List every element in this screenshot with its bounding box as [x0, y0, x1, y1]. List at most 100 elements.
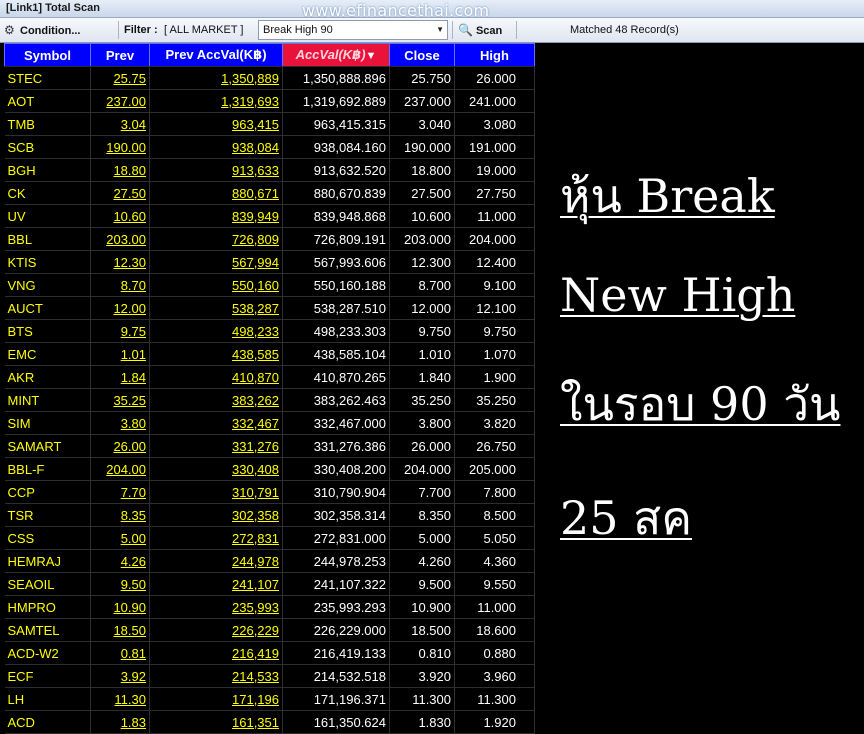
cell-prev[interactable]: 3.04: [90, 112, 150, 136]
cell-prev-accval[interactable]: 302,358: [149, 503, 283, 527]
cell-accval: 498,233.303: [282, 319, 390, 343]
cell-prev[interactable]: 8.35: [90, 503, 150, 527]
table-row[interactable]: HMPRO 10.90 235,993 235,993.293 10.900 11.000: [4, 595, 535, 619]
cell-prev[interactable]: 8.70: [90, 273, 150, 297]
cell-prev-accval[interactable]: 332,467: [149, 411, 283, 435]
cell-prev-accval[interactable]: 241,107: [149, 572, 283, 596]
table-row[interactable]: CK 27.50 880,671 880,670.839 27.500 27.750: [4, 181, 535, 205]
cell-prev-accval[interactable]: 839,949: [149, 204, 283, 228]
scan-button[interactable]: 🔍 Scan: [458, 18, 502, 42]
cell-prev[interactable]: 27.50: [90, 181, 150, 205]
table-row[interactable]: AUCT 12.00 538,287 538,287.510 12.000 12.100: [4, 296, 535, 320]
cell-prev-accval[interactable]: 310,791: [149, 480, 283, 504]
table-row[interactable]: EMC 1.01 438,585 438,585.104 1.010 1.070: [4, 342, 535, 366]
cell-prev[interactable]: 25.75: [90, 66, 150, 90]
cell-prev-accval[interactable]: 726,809: [149, 227, 283, 251]
cell-prev[interactable]: 9.75: [90, 319, 150, 343]
cell-prev-accval[interactable]: 330,408: [149, 457, 283, 481]
table-row[interactable]: SAMART 26.00 331,276 331,276.386 26.000 26.75…: [4, 434, 535, 458]
cell-prev[interactable]: 35.25: [90, 388, 150, 412]
table-row[interactable]: SCB 190.00 938,084 938,084.160 190.000 191.00…: [4, 135, 535, 159]
cell-prev-accval[interactable]: 272,831: [149, 526, 283, 550]
cell-prev[interactable]: 18.80: [90, 158, 150, 182]
cell-symbol: ACD: [4, 710, 91, 734]
table-row[interactable]: BBL 203.00 726,809 726,809.191 203.000 204.00…: [4, 227, 535, 251]
table-row[interactable]: TSR 8.35 302,358 302,358.314 8.350 8.500: [4, 503, 535, 527]
cell-prev-accval[interactable]: 438,585: [149, 342, 283, 366]
cell-prev[interactable]: 5.00: [90, 526, 150, 550]
table-row[interactable]: TMB 3.04 963,415 963,415.315 3.040 3.080: [4, 112, 535, 136]
cell-prev-accval[interactable]: 567,994: [149, 250, 283, 274]
cell-prev[interactable]: 0.81: [90, 641, 150, 665]
table-row[interactable]: UV 10.60 839,949 839,948.868 10.600 11.000: [4, 204, 535, 228]
scan-type-dropdown[interactable]: Break High 90 ▼: [258, 20, 448, 40]
table-row[interactable]: ACD-W2 0.81 216,419 216,419.133 0.810 0.880: [4, 641, 535, 665]
cell-prev[interactable]: 190.00: [90, 135, 150, 159]
cell-prev-accval[interactable]: 1,319,693: [149, 89, 283, 113]
cell-prev[interactable]: 3.92: [90, 664, 150, 688]
column-header-accval[interactable]: AccVal(K฿)▼: [282, 43, 390, 67]
table-row[interactable]: STEC 25.75 1,350,889 1,350,888.896 25.750 26.…: [4, 66, 535, 90]
table-row[interactable]: BGH 18.80 913,633 913,632.520 18.800 19.000: [4, 158, 535, 182]
table-row[interactable]: LH 11.30 171,196 171,196.371 11.300 11.300: [4, 687, 535, 711]
column-header-high[interactable]: High: [454, 43, 535, 67]
table-row[interactable]: BTS 9.75 498,233 498,233.303 9.750 9.750: [4, 319, 535, 343]
cell-prev[interactable]: 1.84: [90, 365, 150, 389]
filter-market-select[interactable]: [ ALL MARKET ]: [164, 18, 243, 42]
cell-prev[interactable]: 9.50: [90, 572, 150, 596]
column-header-close[interactable]: Close: [389, 43, 455, 67]
cell-prev-accval[interactable]: 235,993: [149, 595, 283, 619]
table-row[interactable]: SIM 3.80 332,467 332,467.000 3.800 3.820: [4, 411, 535, 435]
table-row[interactable]: CSS 5.00 272,831 272,831.000 5.000 5.050: [4, 526, 535, 550]
cell-prev-accval[interactable]: 214,533: [149, 664, 283, 688]
table-row[interactable]: ACD 1.83 161,351 161,350.624 1.830 1.920: [4, 710, 535, 734]
cell-prev-accval[interactable]: 331,276: [149, 434, 283, 458]
cell-prev-accval[interactable]: 913,633: [149, 158, 283, 182]
column-header-symbol[interactable]: Symbol: [4, 43, 91, 67]
cell-prev[interactable]: 203.00: [90, 227, 150, 251]
cell-prev[interactable]: 237.00: [90, 89, 150, 113]
cell-prev[interactable]: 7.70: [90, 480, 150, 504]
cell-prev-accval[interactable]: 880,671: [149, 181, 283, 205]
cell-prev-accval[interactable]: 1,350,889: [149, 66, 283, 90]
table-row[interactable]: KTIS 12.30 567,994 567,993.606 12.300 12.400: [4, 250, 535, 274]
cell-prev[interactable]: 3.80: [90, 411, 150, 435]
table-row[interactable]: BBL-F 204.00 330,408 330,408.200 204.000 205.…: [4, 457, 535, 481]
cell-prev-accval[interactable]: 161,351: [149, 710, 283, 734]
cell-prev-accval[interactable]: 938,084: [149, 135, 283, 159]
cell-prev-accval[interactable]: 963,415: [149, 112, 283, 136]
table-row[interactable]: AOT 237.00 1,319,693 1,319,692.889 237.000 24…: [4, 89, 535, 113]
table-row[interactable]: SEAOIL 9.50 241,107 241,107.322 9.500 9.550: [4, 572, 535, 596]
cell-prev-accval[interactable]: 244,978: [149, 549, 283, 573]
cell-prev-accval[interactable]: 410,870: [149, 365, 283, 389]
table-row[interactable]: MINT 35.25 383,262 383,262.463 35.250 35.250: [4, 388, 535, 412]
cell-prev-accval[interactable]: 171,196: [149, 687, 283, 711]
cell-close: 1.010: [389, 342, 455, 366]
cell-prev-accval[interactable]: 216,419: [149, 641, 283, 665]
cell-prev[interactable]: 26.00: [90, 434, 150, 458]
column-header-prev[interactable]: Prev: [90, 43, 150, 67]
table-row[interactable]: HEMRAJ 4.26 244,978 244,978.253 4.260 4.360: [4, 549, 535, 573]
table-row[interactable]: VNG 8.70 550,160 550,160.188 8.700 9.100: [4, 273, 535, 297]
cell-prev[interactable]: 204.00: [90, 457, 150, 481]
cell-prev-accval[interactable]: 538,287: [149, 296, 283, 320]
column-header-prev-accval[interactable]: Prev AccVal(K฿): [149, 43, 283, 67]
cell-prev[interactable]: 10.90: [90, 595, 150, 619]
condition-button[interactable]: ⚙ Condition...: [4, 18, 114, 42]
cell-prev-accval[interactable]: 226,229: [149, 618, 283, 642]
table-row[interactable]: AKR 1.84 410,870 410,870.265 1.840 1.900: [4, 365, 535, 389]
cell-prev[interactable]: 11.30: [90, 687, 150, 711]
cell-prev[interactable]: 12.30: [90, 250, 150, 274]
cell-prev[interactable]: 12.00: [90, 296, 150, 320]
table-row[interactable]: CCP 7.70 310,791 310,790.904 7.700 7.800: [4, 480, 535, 504]
cell-prev[interactable]: 4.26: [90, 549, 150, 573]
cell-prev[interactable]: 10.60: [90, 204, 150, 228]
cell-prev-accval[interactable]: 383,262: [149, 388, 283, 412]
table-row[interactable]: SAMTEL 18.50 226,229 226,229.000 18.500 18.60…: [4, 618, 535, 642]
cell-prev[interactable]: 1.01: [90, 342, 150, 366]
cell-prev[interactable]: 1.83: [90, 710, 150, 734]
table-row[interactable]: ECF 3.92 214,533 214,532.518 3.920 3.960: [4, 664, 535, 688]
cell-prev[interactable]: 18.50: [90, 618, 150, 642]
cell-prev-accval[interactable]: 550,160: [149, 273, 283, 297]
cell-prev-accval[interactable]: 498,233: [149, 319, 283, 343]
